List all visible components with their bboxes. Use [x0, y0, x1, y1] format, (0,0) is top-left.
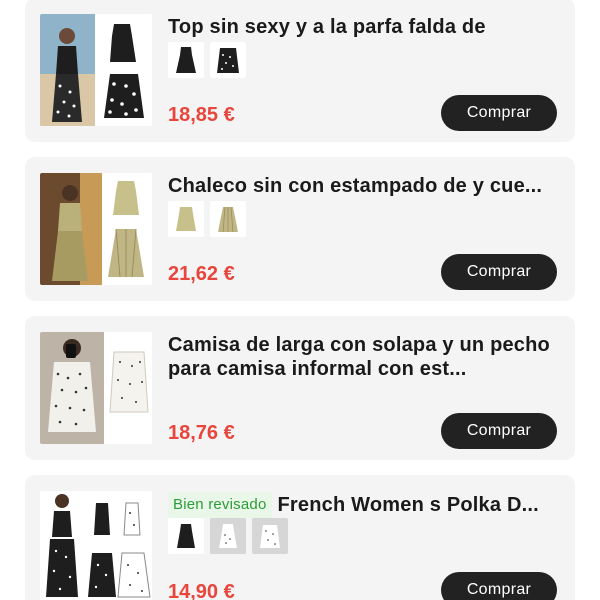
variant-thumbnail[interactable] — [168, 201, 204, 237]
product-title[interactable]: Camisa de larga con solapa y un pecho pa… — [168, 333, 555, 381]
product-image[interactable] — [40, 491, 152, 600]
product-price: 14,90 € — [168, 581, 235, 600]
variant-thumbnails — [168, 42, 246, 78]
product-card[interactable]: Chaleco sin con estampado de y cue... 21… — [25, 157, 575, 301]
product-card[interactable]: Camisa de larga con solapa y un pecho pa… — [25, 316, 575, 460]
variant-thumbnail[interactable] — [210, 201, 246, 237]
product-price: 21,62 € — [168, 263, 235, 285]
variant-thumbnail[interactable] — [252, 518, 288, 554]
variant-thumbnail[interactable] — [168, 42, 204, 78]
product-title[interactable]: Top sin sexy y a la parfa falda de — [168, 15, 555, 39]
product-price: 18,76 € — [168, 422, 235, 444]
variant-thumbnail[interactable] — [210, 42, 246, 78]
buy-button[interactable]: Comprar — [441, 95, 557, 131]
product-title[interactable]: Bien revisado French Women s Polka D... — [168, 492, 555, 518]
product-title-text: French Women s Polka D... — [277, 494, 539, 516]
variant-thumbnails — [168, 518, 288, 554]
buy-button[interactable]: Comprar — [441, 254, 557, 290]
product-image[interactable] — [40, 332, 152, 444]
variant-thumbnails — [168, 201, 246, 237]
product-card[interactable]: Bien revisado French Women s Polka D... 1… — [25, 475, 575, 600]
product-title[interactable]: Chaleco sin con estampado de y cue... — [168, 174, 555, 198]
buy-button[interactable]: Comprar — [441, 413, 557, 449]
product-price: 18,85 € — [168, 104, 235, 126]
product-list: Top sin sexy y a la parfa falda de 18,85… — [0, 0, 600, 600]
review-badge: Bien revisado — [168, 492, 272, 518]
product-image[interactable] — [40, 173, 152, 285]
product-card[interactable]: Top sin sexy y a la parfa falda de 18,85… — [25, 0, 575, 142]
buy-button[interactable]: Comprar — [441, 572, 557, 600]
variant-thumbnail[interactable] — [210, 518, 246, 554]
product-image[interactable] — [40, 14, 152, 126]
variant-thumbnail[interactable] — [168, 518, 204, 554]
